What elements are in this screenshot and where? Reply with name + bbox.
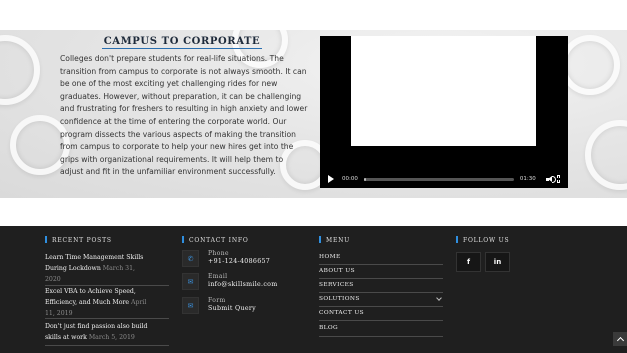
contact-label: Email — [208, 273, 228, 280]
divider — [319, 336, 443, 337]
duration: 01:30 — [519, 176, 536, 182]
post-title-line[interactable]: skills at work — [45, 334, 87, 341]
volume-icon[interactable] — [545, 175, 556, 184]
post-title-line[interactable]: Don't just find passion also build — [45, 321, 169, 332]
description-line: transition from campus to corporate is n… — [60, 66, 307, 76]
menu-item-services[interactable]: SERVICES — [319, 279, 443, 293]
menu-item-about-us[interactable]: ABOUT US — [319, 265, 443, 279]
title-underline — [102, 48, 262, 49]
menu-item-solutions[interactable]: SOLUTIONS — [319, 293, 443, 307]
menu-item-home[interactable]: HOME — [319, 251, 443, 265]
menu-item-label: SOLUTIONS — [319, 296, 360, 302]
contact-phone[interactable]: ✆ Phone +91-124-4086657 — [182, 250, 312, 270]
follow-us-title: FOLLOW US — [456, 236, 509, 244]
phone-icon: ✆ — [182, 250, 199, 267]
description-line: grips with organizational requirements. … — [60, 154, 284, 164]
description-line: graduates. However, without preparation,… — [60, 91, 302, 101]
recent-post-item[interactable]: Excel VBA to Achieve Speed, Efficiency, … — [45, 286, 169, 319]
post-date: 2020 — [45, 276, 61, 283]
contact-email[interactable]: ✉ Email info@skillsmile.com — [182, 273, 312, 293]
section-description: Colleges don't prepare students for real… — [60, 53, 308, 179]
decorative-gear — [560, 35, 620, 95]
recent-posts-title: RECENT POSTS — [45, 236, 112, 244]
description-line: from campus to corporate to help your ne… — [60, 142, 294, 152]
post-date: April — [131, 299, 147, 306]
description-line: confidence at the time of entering the c… — [60, 116, 287, 126]
envelope-icon: ✉ — [182, 273, 199, 290]
divider — [45, 318, 169, 319]
video-frame[interactable] — [351, 36, 536, 146]
decorative-gear — [585, 120, 627, 190]
contact-label: Phone — [208, 250, 229, 257]
menu-title: MENU — [319, 236, 350, 244]
post-title-line[interactable]: Efficiency, and Much More — [45, 299, 129, 306]
fullscreen-icon[interactable] — [557, 175, 561, 183]
post-date: March 5, 2019 — [88, 334, 135, 341]
chevron-down-icon[interactable] — [436, 295, 442, 301]
description-line: program dissects the various aspects of … — [60, 129, 296, 139]
progress-bar[interactable] — [363, 177, 514, 181]
progress-fill — [363, 177, 366, 181]
description-line: Colleges don't prepare students for real… — [60, 54, 284, 63]
description-line: be one of the most exciting yet challeng… — [60, 79, 278, 89]
post-title-line[interactable]: Excel VBA to Achieve Speed, — [45, 286, 169, 297]
video-controls: 00:00 01:30 — [320, 171, 568, 187]
linkedin-icon[interactable]: in — [485, 252, 510, 272]
contact-info-title: CONTACT INFO — [182, 236, 249, 244]
description-line: adjust and fit in the unfamiliar environ… — [60, 167, 276, 177]
facebook-icon[interactable]: f — [456, 252, 481, 272]
post-title-line[interactable]: Learn Time Management Skills — [45, 252, 169, 263]
menu-item-blog[interactable]: BLOG — [319, 322, 443, 336]
post-date: March 31, — [102, 265, 136, 272]
email-link[interactable]: info@skillsmile.com — [208, 281, 278, 288]
description-line: and frustrating for freshers to resultin… — [60, 104, 308, 114]
play-icon[interactable] — [328, 175, 334, 183]
section-title: CAMPUS TO CORPORATE — [103, 36, 261, 47]
phone-number[interactable]: +91-124-4086657 — [208, 258, 270, 265]
current-time: 00:00 — [342, 176, 358, 182]
submit-query-link[interactable]: Submit Query — [208, 305, 256, 312]
recent-post-item[interactable]: Learn Time Management Skills During Lock… — [45, 252, 169, 285]
section-gap — [0, 198, 627, 226]
video-player[interactable]: 00:00 01:30 — [320, 36, 568, 188]
top-strip — [0, 0, 627, 30]
chevron-up-icon — [616, 336, 624, 345]
decorative-gear — [0, 35, 40, 105]
menu-item-contact-us[interactable]: CONTACT US — [319, 307, 443, 321]
envelope-icon: ✉ — [182, 297, 199, 314]
contact-label: Form — [208, 297, 226, 304]
recent-post-item[interactable]: Don't just find passion also build skill… — [45, 321, 169, 343]
divider — [45, 345, 169, 346]
contact-form[interactable]: ✉ Form Submit Query — [182, 297, 312, 317]
footer: RECENT POSTS Learn Time Management Skill… — [0, 226, 627, 353]
scroll-to-top-button[interactable] — [613, 332, 627, 346]
post-title-line[interactable]: During Lockdown — [45, 265, 101, 272]
